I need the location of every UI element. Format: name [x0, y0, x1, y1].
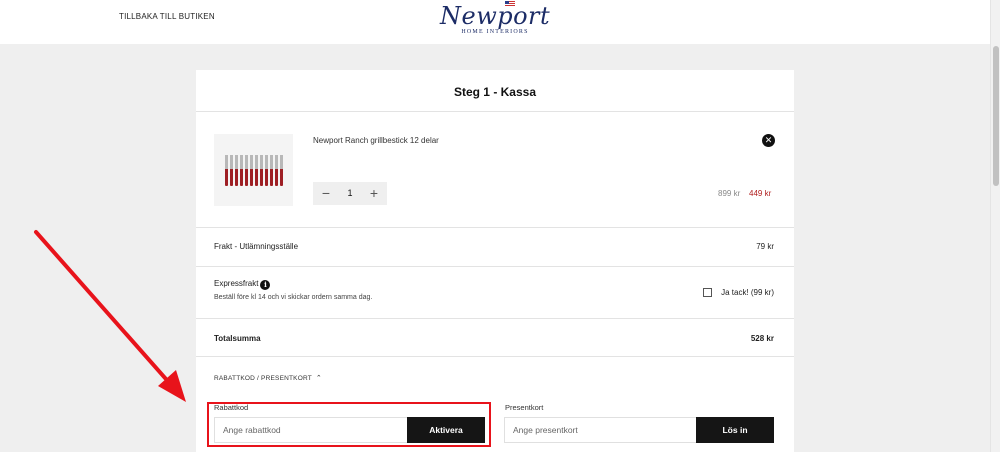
- fork-glyph: [230, 155, 233, 186]
- product-image[interactable]: [214, 134, 293, 206]
- sale-price: 449 kr: [749, 189, 772, 198]
- original-price: 899 kr: [718, 189, 741, 198]
- fork-glyph: [260, 155, 263, 186]
- fork-glyph: [275, 155, 278, 186]
- scrollbar-thumb[interactable]: [993, 46, 999, 186]
- giftcard-input[interactable]: [504, 417, 698, 443]
- top-bar: TILLBAKA TILL BUTIKEN Newport HOME INTER…: [0, 0, 990, 44]
- increase-quantity-button[interactable]: +: [363, 182, 385, 205]
- fork-glyph: [280, 155, 283, 186]
- express-label: Expressfrakt: [214, 279, 259, 288]
- remove-item-button[interactable]: ✕: [762, 134, 775, 147]
- decrease-quantity-button[interactable]: −: [315, 182, 337, 205]
- product-name[interactable]: Newport Ranch grillbestick 12 delar: [313, 136, 439, 145]
- discount-toggle-label: RABATTKOD / PRESENTKORT: [214, 375, 312, 382]
- total-value: 528 kr: [750, 334, 774, 343]
- fork-glyph: [270, 155, 273, 186]
- discount-toggle[interactable]: RABATTKOD / PRESENTKORT ⌃: [214, 374, 322, 382]
- chevron-up-icon: ⌃: [315, 375, 322, 382]
- express-note: Beställ före kl 14 och vi skickar ordern…: [214, 294, 373, 301]
- page-title: Steg 1 - Kassa: [196, 70, 794, 112]
- shipping-row: Frakt - Utlämningsställe 79 kr: [196, 227, 794, 266]
- express-shipping-row: Expressfrakt i Beställ före kl 14 och vi …: [196, 266, 794, 318]
- express-label-wrap: Expressfrakt i: [214, 279, 271, 290]
- page-scrollbar[interactable]: [990, 0, 1000, 452]
- info-icon[interactable]: i: [260, 280, 271, 290]
- quantity-stepper: − 1 +: [313, 182, 387, 205]
- express-option-label[interactable]: Ja tack! (99 kr): [721, 288, 774, 297]
- fork-glyph: [225, 155, 228, 186]
- total-row: Totalsumma 528 kr: [196, 318, 794, 356]
- total-label: Totalsumma: [214, 334, 261, 343]
- shipping-label: Frakt - Utlämningsställe: [214, 242, 299, 251]
- giftcard-label: Presentkort: [505, 403, 544, 412]
- quantity-value[interactable]: 1: [340, 182, 360, 205]
- redeem-button[interactable]: Lös in: [696, 417, 774, 443]
- logo-wordmark: Newport: [440, 2, 551, 30]
- express-checkbox[interactable]: [703, 288, 712, 297]
- annotation-highlight-box: [207, 402, 491, 447]
- close-icon: ✕: [764, 135, 773, 145]
- fork-glyph: [235, 155, 238, 186]
- fork-glyph: [265, 155, 268, 186]
- checkout-card: Steg 1 - Kassa Newport Ranch grillbestic…: [196, 70, 794, 452]
- fork-glyph: [250, 155, 253, 186]
- fork-glyph: [255, 155, 258, 186]
- fork-glyph: [245, 155, 248, 186]
- fork-glyph: [240, 155, 243, 186]
- shipping-value: 79 kr: [756, 242, 774, 251]
- back-to-store-link[interactable]: TILLBAKA TILL BUTIKEN: [119, 12, 215, 21]
- us-flag-icon: [505, 1, 515, 7]
- newport-logo[interactable]: Newport HOME INTERIORS: [440, 0, 550, 40]
